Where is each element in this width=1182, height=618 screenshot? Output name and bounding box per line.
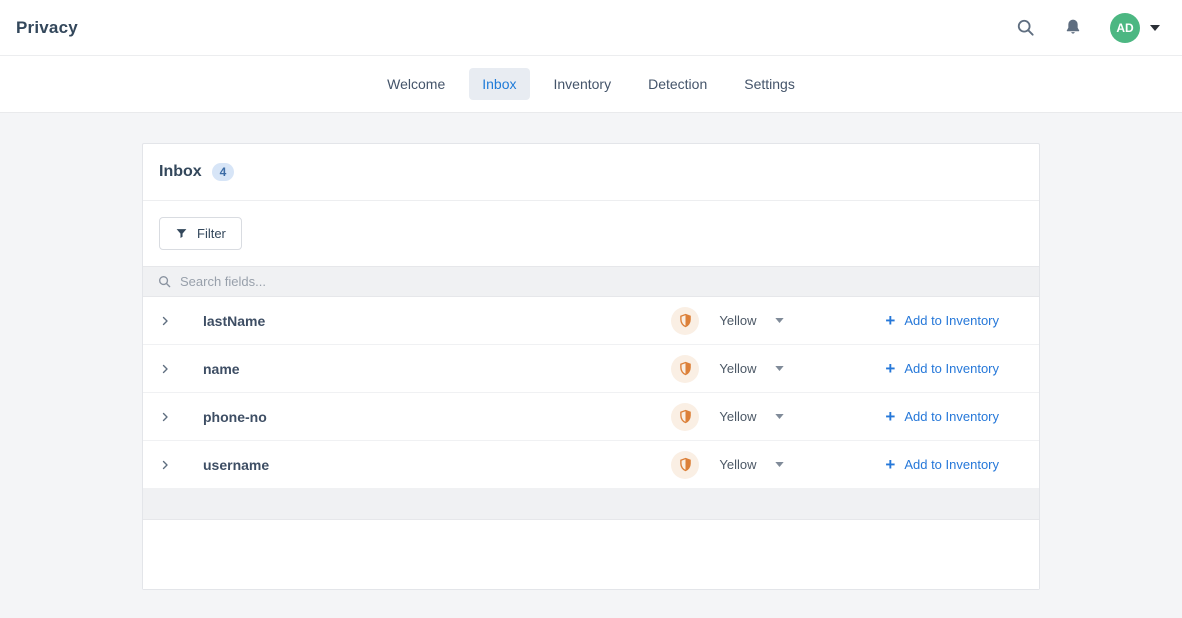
toolbar: Filter [143,201,1039,266]
tab-welcome[interactable]: Welcome [374,68,458,100]
inbox-count-badge: 4 [212,163,235,181]
classification-shield-icon [671,403,699,431]
add-to-inventory-label: Add to Inventory [904,313,999,328]
classification-shield-icon [671,355,699,383]
avatar[interactable]: AD [1110,13,1140,43]
expand-chevron-icon[interactable] [159,459,171,471]
chevron-down-icon [775,318,784,323]
expand-chevron-icon[interactable] [159,315,171,327]
add-to-inventory-button[interactable]: + Add to Inventory [885,456,999,473]
search-bar [143,266,1039,297]
list-end-strip [143,489,1039,520]
chevron-down-icon [775,462,784,467]
table-row: phone-no Yellow + Add to Inventor [143,393,1039,441]
plus-icon: + [885,360,895,377]
plus-icon: + [885,456,895,473]
classification-value: Yellow [719,457,756,472]
card-footer [143,520,1039,589]
app-title: Privacy [16,18,78,38]
search-icon[interactable] [1014,17,1036,39]
add-to-inventory-label: Add to Inventory [904,457,999,472]
bell-icon[interactable] [1062,17,1084,39]
chevron-down-icon [775,414,784,419]
header-actions: AD [1014,13,1160,43]
search-icon [157,274,172,289]
app-header: Privacy AD [0,0,1182,56]
add-to-inventory-label: Add to Inventory [904,361,999,376]
field-name: lastName [203,313,265,329]
table-row: name Yellow + Add to Inventory [143,345,1039,393]
card-title: Inbox [159,163,202,181]
tab-settings[interactable]: Settings [731,68,808,100]
tab-inbox[interactable]: Inbox [469,68,529,100]
field-name: name [203,361,240,377]
table-row: username Yellow + Add to Inventor [143,441,1039,489]
filter-funnel-icon [175,227,188,240]
filter-button-label: Filter [197,226,226,241]
user-menu[interactable]: AD [1110,13,1160,43]
classification-dropdown[interactable]: Yellow [719,457,795,472]
add-to-inventory-button[interactable]: + Add to Inventory [885,312,999,329]
filter-button[interactable]: Filter [159,217,242,250]
main-nav: Welcome Inbox Inventory Detection Settings [0,56,1182,113]
table-row: lastName Yellow + Add to Inventor [143,297,1039,345]
expand-chevron-icon[interactable] [159,363,171,375]
tab-inventory[interactable]: Inventory [541,68,625,100]
search-input[interactable] [180,274,1025,289]
chevron-down-icon [1150,25,1160,31]
field-name: username [203,457,269,473]
classification-dropdown[interactable]: Yellow [719,409,795,424]
classification-dropdown[interactable]: Yellow [719,313,795,328]
expand-chevron-icon[interactable] [159,411,171,423]
plus-icon: + [885,408,895,425]
classification-shield-icon [671,307,699,335]
classification-value: Yellow [719,313,756,328]
classification-value: Yellow [719,409,756,424]
plus-icon: + [885,312,895,329]
inbox-card: Inbox 4 Filter last [142,143,1040,590]
add-to-inventory-button[interactable]: + Add to Inventory [885,360,999,377]
chevron-down-icon [775,366,784,371]
add-to-inventory-button[interactable]: + Add to Inventory [885,408,999,425]
page-content: Inbox 4 Filter last [0,113,1182,590]
card-header: Inbox 4 [143,144,1039,201]
tab-detection[interactable]: Detection [635,68,720,100]
classification-dropdown[interactable]: Yellow [719,361,795,376]
add-to-inventory-label: Add to Inventory [904,409,999,424]
classification-value: Yellow [719,361,756,376]
classification-shield-icon [671,451,699,479]
field-rows: lastName Yellow + Add to Inventor [143,297,1039,489]
field-name: phone-no [203,409,267,425]
